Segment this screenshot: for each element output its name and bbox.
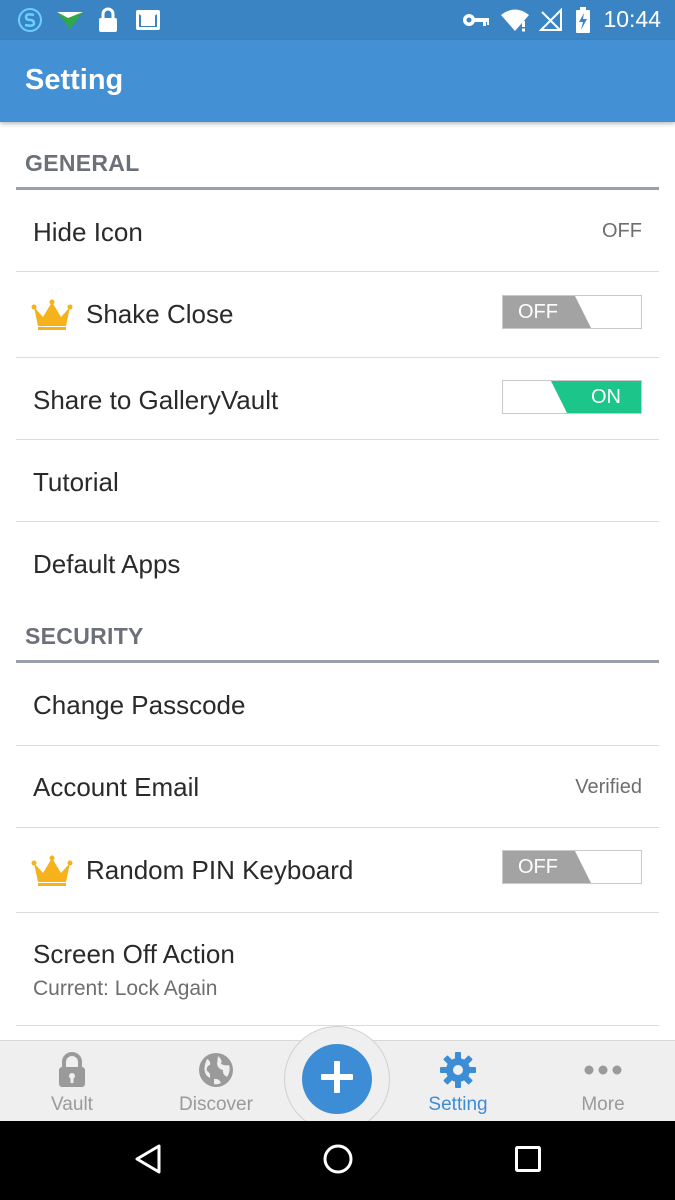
wifi-icon	[500, 7, 530, 33]
setting-tutorial[interactable]: Tutorial	[16, 440, 659, 522]
nav-vault[interactable]: Vault	[12, 1041, 132, 1122]
setting-value: Verified	[575, 776, 642, 798]
crown-icon	[31, 855, 73, 892]
nav-label: Setting	[428, 1094, 488, 1115]
section-header-general: GENERAL	[16, 122, 659, 190]
nav-label: More	[581, 1094, 625, 1115]
setting-label: Default Apps	[33, 549, 181, 579]
shake-close-toggle[interactable]: OFF	[502, 295, 642, 329]
toggle-state: ON	[551, 381, 641, 413]
plus-icon	[319, 1059, 355, 1100]
globe-icon	[156, 1051, 276, 1089]
home-button[interactable]	[318, 1143, 358, 1179]
setting-share-to-galleryvault[interactable]: Share to GalleryVault ON	[16, 358, 659, 440]
nav-more[interactable]: More	[543, 1041, 663, 1122]
setting-label: Hide Icon	[33, 217, 143, 247]
setting-label: Shake Close	[86, 299, 234, 329]
setting-account-email[interactable]: Account Email Verified	[16, 746, 659, 828]
toggle-state: OFF	[503, 851, 591, 883]
send-icon	[55, 7, 85, 33]
setting-default-apps[interactable]: Default Apps	[16, 522, 659, 604]
setting-label: Account Email	[33, 772, 200, 802]
nav-label: Vault	[51, 1094, 93, 1115]
nav-label: Discover	[179, 1094, 253, 1115]
system-nav-bar	[0, 1121, 675, 1200]
setting-label: Tutorial	[33, 467, 119, 497]
back-button[interactable]	[128, 1143, 168, 1179]
s-app-icon	[16, 7, 44, 33]
gear-icon	[398, 1051, 518, 1089]
lock-icon	[12, 1051, 132, 1089]
recents-button[interactable]	[508, 1143, 548, 1179]
home-circle-icon	[322, 1143, 354, 1180]
setting-hide-icon[interactable]: Hide Icon OFF	[16, 190, 659, 272]
share-toggle[interactable]: ON	[502, 380, 642, 414]
crown-icon	[31, 299, 73, 336]
status-bar: 10:44	[0, 0, 675, 40]
more-dots-icon	[543, 1051, 663, 1089]
page-title: Setting	[25, 64, 124, 96]
setting-label: Share to GalleryVault	[33, 385, 279, 415]
setting-random-pin-keyboard[interactable]: Random PIN Keyboard OFF	[16, 828, 659, 913]
lock-icon	[96, 7, 120, 33]
recents-square-icon	[514, 1145, 542, 1178]
add-button[interactable]	[302, 1044, 372, 1114]
battery-charging-icon	[575, 7, 591, 33]
app-bar: Setting	[0, 40, 675, 122]
key-icon	[462, 7, 490, 33]
setting-label: Change Passcode	[33, 690, 246, 720]
section-title-general: GENERAL	[25, 150, 140, 176]
section-header-security: SECURITY	[16, 604, 659, 663]
setting-label: Screen Off Action	[33, 939, 235, 969]
setting-screen-off-action[interactable]: Screen Off Action Current: Lock Again	[16, 913, 659, 1026]
section-title-security: SECURITY	[25, 623, 144, 649]
setting-change-passcode[interactable]: Change Passcode	[16, 663, 659, 746]
mail-icon	[134, 7, 162, 33]
nav-setting[interactable]: Setting	[398, 1041, 518, 1122]
random-pin-toggle[interactable]: OFF	[502, 850, 642, 884]
setting-label: Random PIN Keyboard	[86, 855, 354, 885]
setting-sublabel: Current: Lock Again	[33, 977, 218, 1000]
setting-value: OFF	[602, 220, 642, 242]
no-signal-icon	[538, 7, 564, 33]
settings-list[interactable]: GENERAL Hide Icon OFF Shake Close OFF Sh…	[0, 122, 675, 1040]
nav-discover[interactable]: Discover	[156, 1041, 276, 1122]
setting-shake-close[interactable]: Shake Close OFF	[16, 272, 659, 358]
status-time: 10:44	[603, 6, 661, 32]
back-triangle-icon	[133, 1143, 163, 1180]
toggle-state: OFF	[503, 296, 591, 328]
